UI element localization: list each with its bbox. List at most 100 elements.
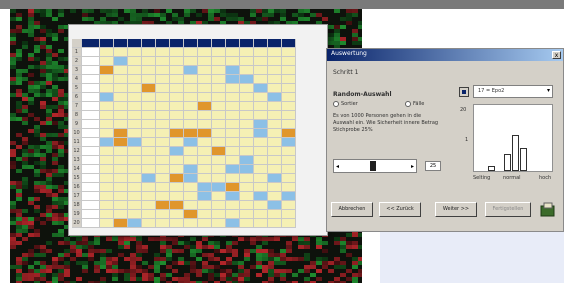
grid-cell[interactable] [212, 165, 226, 174]
grid-cell[interactable] [198, 111, 212, 120]
grid-cell[interactable] [156, 192, 170, 201]
grid-cell[interactable] [128, 93, 142, 102]
grid-cell[interactable] [268, 102, 282, 111]
grid-cell[interactable] [170, 75, 184, 84]
grid-cell[interactable] [82, 192, 100, 201]
row-header[interactable]: 19 [72, 210, 82, 219]
grid-cell[interactable] [114, 147, 128, 156]
grid-cell[interactable] [142, 129, 156, 138]
grid-cell[interactable] [100, 93, 114, 102]
grid-cell[interactable] [170, 102, 184, 111]
grid-cell[interactable] [268, 156, 282, 165]
grid-cell[interactable] [198, 75, 212, 84]
slider-thumb[interactable] [370, 161, 376, 171]
grid-cell[interactable] [268, 48, 282, 57]
column-header[interactable] [254, 39, 268, 48]
grid-cell[interactable] [212, 201, 226, 210]
grid-cell[interactable] [198, 219, 212, 228]
grid-cell[interactable] [100, 102, 114, 111]
grid-cell[interactable] [100, 201, 114, 210]
grid-cell[interactable] [282, 129, 296, 138]
grid-cell[interactable] [198, 165, 212, 174]
grid-cell[interactable] [128, 147, 142, 156]
tab-step-1[interactable]: Schritt 1 [333, 69, 358, 76]
slider-left-arrow[interactable]: ◂ [336, 163, 339, 170]
grid-cell[interactable] [226, 174, 240, 183]
grid-cell[interactable] [254, 174, 268, 183]
grid-cell[interactable] [128, 84, 142, 93]
grid-cell[interactable] [128, 156, 142, 165]
column-header[interactable] [170, 39, 184, 48]
grid-cell[interactable] [170, 165, 184, 174]
grid-cell[interactable] [156, 120, 170, 129]
grid-cell[interactable] [268, 120, 282, 129]
grid-cell[interactable] [82, 138, 100, 147]
grid-cell[interactable] [226, 66, 240, 75]
grid-cell[interactable] [226, 129, 240, 138]
grid-cell[interactable] [226, 165, 240, 174]
variable-icon[interactable] [459, 87, 469, 97]
grid-cell[interactable] [212, 174, 226, 183]
grid-cell[interactable] [100, 183, 114, 192]
grid-cell[interactable] [282, 66, 296, 75]
row-header[interactable]: 10 [72, 129, 82, 138]
grid-cell[interactable] [240, 48, 254, 57]
export-icon[interactable] [539, 201, 557, 218]
grid-cell[interactable] [240, 147, 254, 156]
grid-cell[interactable] [282, 102, 296, 111]
grid-cell[interactable] [198, 129, 212, 138]
grid-cell[interactable] [184, 219, 198, 228]
grid-cell[interactable] [184, 66, 198, 75]
grid-cell[interactable] [212, 192, 226, 201]
grid-cell[interactable] [254, 84, 268, 93]
grid-cell[interactable] [254, 147, 268, 156]
grid-cell[interactable] [156, 57, 170, 66]
grid-cell[interactable] [82, 165, 100, 174]
grid-cell[interactable] [268, 93, 282, 102]
grid-cell[interactable] [156, 93, 170, 102]
grid-cell[interactable] [142, 66, 156, 75]
grid-cell[interactable] [128, 219, 142, 228]
grid-cell[interactable] [82, 93, 100, 102]
grid-cell[interactable] [114, 75, 128, 84]
row-header[interactable]: 3 [72, 66, 82, 75]
grid-cell[interactable] [82, 201, 100, 210]
row-header[interactable]: 12 [72, 147, 82, 156]
grid-cell[interactable] [170, 192, 184, 201]
grid-cell[interactable] [282, 201, 296, 210]
grid-cell[interactable] [100, 129, 114, 138]
grid-cell[interactable] [184, 165, 198, 174]
grid-cell[interactable] [198, 48, 212, 57]
column-header[interactable] [82, 39, 100, 48]
grid-cell[interactable] [142, 210, 156, 219]
grid-cell[interactable] [114, 183, 128, 192]
grid-cell[interactable] [100, 219, 114, 228]
grid-cell[interactable] [240, 111, 254, 120]
grid-cell[interactable] [184, 210, 198, 219]
grid-cell[interactable] [128, 120, 142, 129]
grid-cell[interactable] [198, 183, 212, 192]
grid-cell[interactable] [114, 111, 128, 120]
row-header[interactable]: 7 [72, 102, 82, 111]
grid-cell[interactable] [100, 156, 114, 165]
grid-cell[interactable] [198, 156, 212, 165]
grid-cell[interactable] [226, 201, 240, 210]
grid-cell[interactable] [268, 165, 282, 174]
grid-cell[interactable] [156, 102, 170, 111]
grid-cell[interactable] [184, 192, 198, 201]
grid-cell[interactable] [100, 120, 114, 129]
grid-cell[interactable] [100, 57, 114, 66]
grid-cell[interactable] [254, 192, 268, 201]
row-header[interactable]: 11 [72, 138, 82, 147]
grid-cell[interactable] [282, 147, 296, 156]
grid-cell[interactable] [268, 57, 282, 66]
grid-cell[interactable] [142, 201, 156, 210]
grid-cell[interactable] [82, 120, 100, 129]
grid-cell[interactable] [128, 165, 142, 174]
grid-cell[interactable] [156, 75, 170, 84]
grid-cell[interactable] [198, 201, 212, 210]
grid-cell[interactable] [128, 183, 142, 192]
grid-cell[interactable] [170, 201, 184, 210]
grid-cell[interactable] [170, 129, 184, 138]
grid-cell[interactable] [142, 138, 156, 147]
